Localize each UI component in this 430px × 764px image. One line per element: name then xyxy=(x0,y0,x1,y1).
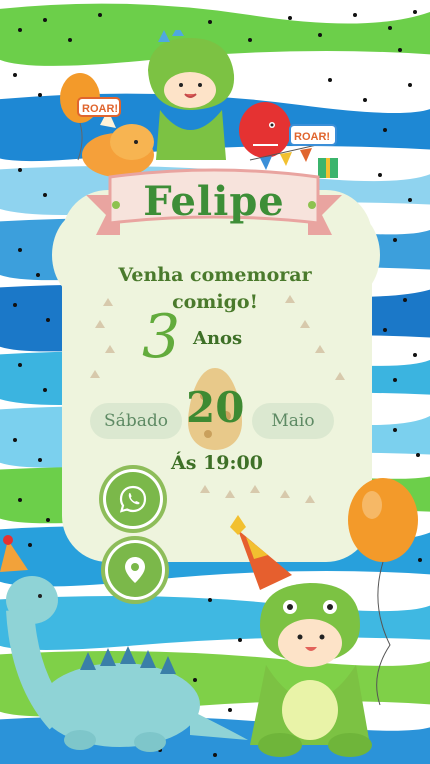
roar-left-text: ROAR! xyxy=(82,103,118,115)
party-time: Ás 19:00 xyxy=(171,452,263,474)
roar-right-text: ROAR! xyxy=(294,131,330,143)
day-number: 20 xyxy=(186,383,245,432)
weekday-label: Sábado xyxy=(90,403,182,439)
whatsapp-button[interactable] xyxy=(103,469,163,529)
month-label: Maio xyxy=(252,403,334,439)
whatsapp-icon xyxy=(119,485,147,513)
age-label: Anos xyxy=(193,328,243,349)
age-number: 3 xyxy=(142,302,181,372)
child-name: Felipe xyxy=(143,178,285,225)
green-dinosaur-balloon-illustration xyxy=(230,478,418,757)
blue-dinosaur-illustration xyxy=(0,535,248,752)
